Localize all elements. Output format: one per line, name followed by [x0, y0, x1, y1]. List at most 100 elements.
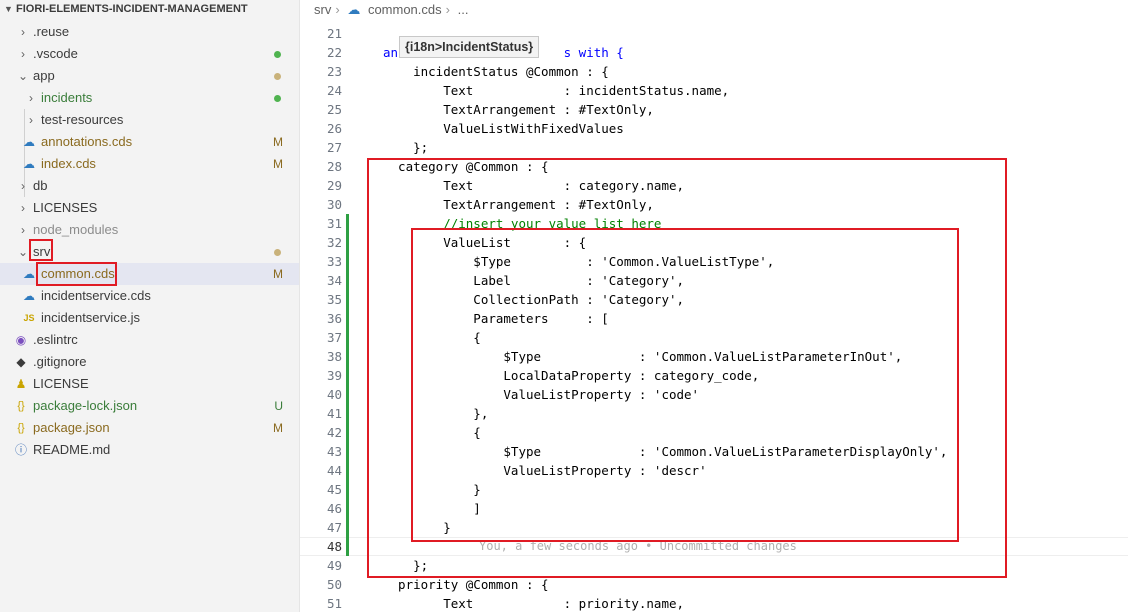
- git-change-marker: [346, 518, 349, 537]
- code-text: $Type : 'Common.ValueListParameterDispla…: [383, 444, 948, 459]
- tree-item-test-resources[interactable]: › test-resources: [0, 109, 299, 131]
- chevron-right-icon: ›: [335, 2, 340, 17]
- code-line: 29 Text : category.name,: [300, 176, 1128, 195]
- explorer-root-header[interactable]: ▼ FIORI-ELEMENTS-INCIDENT-MANAGEMENT: [0, 0, 299, 18]
- code-text: CollectionPath : 'Category',: [383, 292, 685, 307]
- line-number: 37: [326, 330, 342, 345]
- code-editor[interactable]: srv› ☁ common.cds› ... 21 22anno s with …: [299, 0, 1128, 612]
- git-change-marker: [346, 252, 349, 271]
- line-number: 44: [326, 463, 342, 478]
- line-number: 21: [326, 26, 342, 41]
- tree-item-annotations-cds[interactable]: ☁ annotations.cds M: [0, 131, 299, 153]
- breadcrumb-file[interactable]: common.cds: [368, 2, 442, 17]
- code-line: 27 };: [300, 138, 1128, 157]
- line-number: 35: [326, 292, 342, 307]
- tree-item-package-json[interactable]: {} package.json M: [0, 417, 299, 439]
- breadcrumb: srv › ☁ common.cds › ...: [314, 0, 472, 20]
- git-status-badge: M: [273, 421, 283, 435]
- code-text: TextArrangement : #TextOnly,: [383, 102, 654, 117]
- line-number: 41: [326, 406, 342, 421]
- git-change-marker: [346, 537, 349, 556]
- tree-item-vscode[interactable]: › .vscode: [0, 43, 299, 65]
- tree-item-common-cds[interactable]: ☁ common.cds M: [0, 262, 299, 286]
- code-line: 41 },: [300, 404, 1128, 423]
- git-change-marker: [346, 290, 349, 309]
- code-text: {: [383, 425, 481, 440]
- git-change-marker: [346, 347, 349, 366]
- line-number: 33: [326, 254, 342, 269]
- tree-item-index-cds[interactable]: ☁ index.cds M: [0, 153, 299, 175]
- line-number: 49: [326, 558, 342, 573]
- code-line: 47 }: [300, 518, 1128, 537]
- code-text: ValueListWithFixedValues: [383, 121, 624, 136]
- git-added-dot: [274, 95, 281, 102]
- explorer-root-label: FIORI-ELEMENTS-INCIDENT-MANAGEMENT: [16, 3, 248, 15]
- line-number: 31: [326, 216, 342, 231]
- line-number: 34: [326, 273, 342, 288]
- code-line: 33 $Type : 'Common.ValueListType',: [300, 252, 1128, 271]
- tree-item-license[interactable]: ♟ LICENSE: [0, 373, 299, 395]
- code-line: 28 category @Common : {: [300, 157, 1128, 176]
- tree-item-package-lock-json[interactable]: {} package-lock.json U: [0, 395, 299, 417]
- tree-item-label: app: [33, 68, 55, 83]
- tree-item-label: common.cds: [41, 266, 115, 281]
- tree-item-readme[interactable]: ⓘ README.md: [0, 439, 299, 461]
- line-number: 48: [326, 539, 342, 554]
- breadcrumb-folder[interactable]: srv: [314, 2, 331, 17]
- code-line: 38 $Type : 'Common.ValueListParameterInO…: [300, 347, 1128, 366]
- chevron-right-icon: ›: [21, 201, 25, 215]
- tree-item-app[interactable]: ⌄ app: [0, 65, 299, 87]
- file-tree: › .reuse › .vscode ⌄ app › incidents › t…: [0, 21, 299, 461]
- tree-item-eslintrc[interactable]: ◉ .eslintrc: [0, 329, 299, 351]
- code-text: ]: [383, 501, 481, 516]
- code-line: 48 You, a few seconds ago • Uncommitted c…: [300, 537, 1128, 556]
- code-line: 31 //insert your value list here: [300, 214, 1128, 233]
- git-change-marker: [346, 385, 349, 404]
- cds-file-icon: ☁: [347, 2, 361, 17]
- line-number: 45: [326, 482, 342, 497]
- line-number: 26: [326, 121, 342, 136]
- cds-file-icon: ☁: [23, 135, 35, 149]
- git-change-marker: [346, 233, 349, 252]
- tree-item-gitignore[interactable]: ◆ .gitignore: [0, 351, 299, 373]
- code-line: 44 ValueListProperty : 'descr': [300, 461, 1128, 480]
- tree-item-incidents[interactable]: › incidents: [0, 87, 299, 109]
- tree-item-incidentservice-cds[interactable]: ☁ incidentservice.cds: [0, 285, 299, 307]
- code-text: }: [383, 520, 451, 535]
- line-number: 47: [326, 520, 342, 535]
- tree-item-label: package.json: [33, 420, 110, 435]
- chevron-right-icon: ›: [21, 179, 25, 193]
- code-area[interactable]: 21 22anno s with { 23 incidentStatus @Co…: [300, 24, 1128, 612]
- chevron-down-icon: ⌄: [17, 69, 29, 83]
- license-icon: ♟: [15, 377, 27, 391]
- git-change-marker: [346, 480, 349, 499]
- code-text: $Type : 'Common.ValueListType',: [383, 254, 775, 269]
- cds-file-icon: ☁: [23, 289, 35, 303]
- code-text: Text : category.name,: [383, 178, 685, 193]
- info-icon: ⓘ: [14, 443, 27, 457]
- code-text: },: [383, 406, 489, 421]
- code-line: 30 TextArrangement : #TextOnly,: [300, 195, 1128, 214]
- code-text: Parameters : [: [383, 311, 609, 326]
- git-change-marker: [346, 214, 349, 233]
- tree-item-label: .reuse: [33, 24, 70, 39]
- code-text: };: [383, 140, 429, 155]
- json-icon: {}: [17, 400, 25, 412]
- tree-item-srv[interactable]: ⌄ srv: [0, 239, 299, 263]
- line-number: 27: [326, 140, 342, 155]
- line-number: 36: [326, 311, 342, 326]
- tree-item-node-modules[interactable]: › node_modules: [0, 219, 299, 241]
- git-change-marker: [346, 366, 349, 385]
- code-text: ValueList : {: [383, 235, 587, 250]
- tree-item-licenses[interactable]: › LICENSES: [0, 197, 299, 219]
- git-change-marker: [346, 309, 349, 328]
- tree-item-reuse[interactable]: › .reuse: [0, 21, 299, 43]
- git-status-badge: M: [273, 267, 283, 281]
- line-number: 51: [326, 596, 342, 611]
- code-text: Label : 'Category',: [383, 273, 685, 288]
- breadcrumb-more[interactable]: ...: [458, 2, 469, 17]
- tree-item-db[interactable]: › db: [0, 175, 299, 197]
- tree-item-incidentservice-js[interactable]: JS incidentservice.js: [0, 307, 299, 329]
- line-number: 24: [326, 83, 342, 98]
- git-change-marker: [346, 404, 349, 423]
